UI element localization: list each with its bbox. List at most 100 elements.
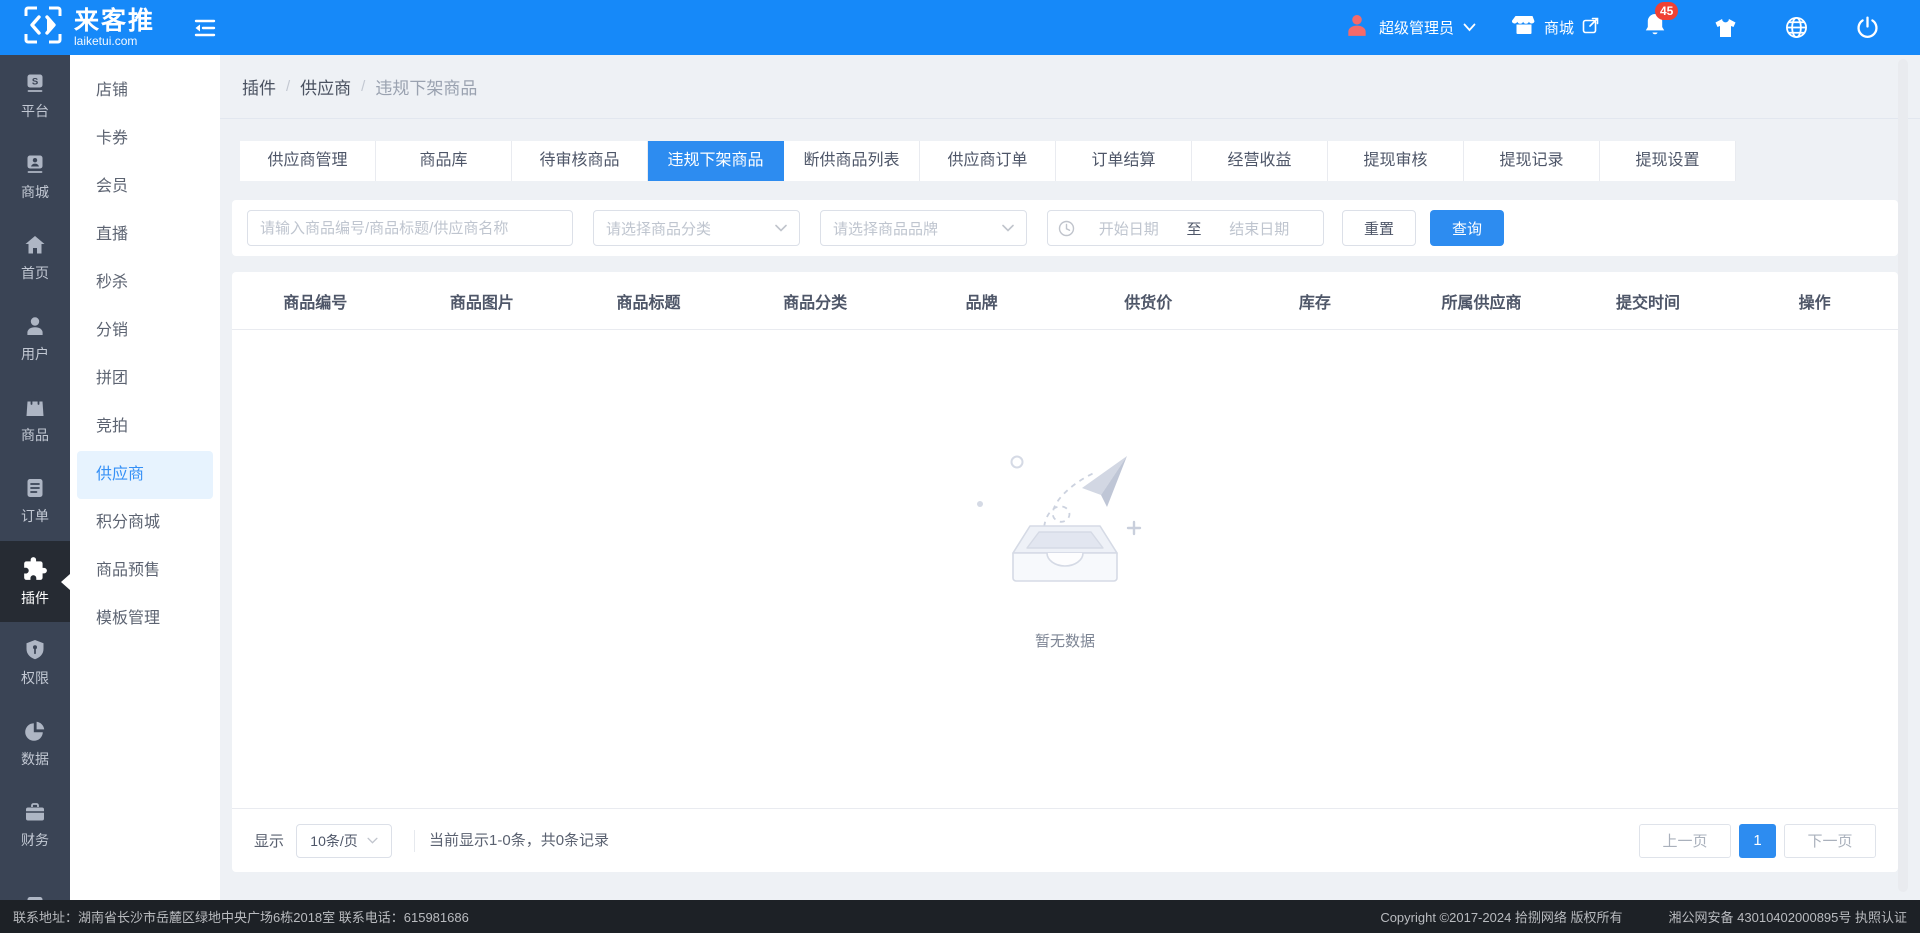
submenu-item-live[interactable]: 直播 bbox=[70, 211, 220, 259]
tshirt-icon[interactable] bbox=[1713, 16, 1738, 40]
chevron-down-icon bbox=[1002, 224, 1014, 232]
app-screen: 来客推 laiketui.com 超级管理员 商城 45 S 平台 商城 首页 … bbox=[0, 0, 1920, 933]
submenu-item-shop[interactable]: 店铺 bbox=[70, 67, 220, 115]
shield-key-icon bbox=[26, 639, 44, 659]
tab-pending-review[interactable]: 待审核商品 bbox=[512, 141, 648, 181]
briefcase-icon bbox=[26, 802, 44, 820]
sidebar-item-data[interactable]: 数据 bbox=[0, 703, 70, 784]
submenu-item-members[interactable]: 会员 bbox=[70, 163, 220, 211]
top-bar: 来客推 laiketui.com 超级管理员 商城 45 bbox=[0, 0, 1920, 55]
logo[interactable]: 来客推 laiketui.com bbox=[0, 4, 178, 51]
end-date-placeholder: 结束日期 bbox=[1229, 220, 1290, 238]
breadcrumb-supplier[interactable]: 供应商 bbox=[300, 74, 351, 99]
notifications-button[interactable]: 45 bbox=[1643, 2, 1679, 43]
user-menu[interactable]: 超级管理员 bbox=[1344, 12, 1476, 43]
submenu-item-flash-sale[interactable]: 秒杀 bbox=[70, 259, 220, 307]
empty-text: 暂无数据 bbox=[1034, 633, 1095, 650]
col-supplier: 所属供应商 bbox=[1441, 294, 1522, 312]
pagination-bar: 显示 10条/页 当前显示1-0条，共0条记录 上一页 1 下一页 bbox=[232, 808, 1898, 872]
tab-operating-income[interactable]: 经营收益 bbox=[1192, 141, 1328, 181]
tab-supplier-orders[interactable]: 供应商订单 bbox=[920, 141, 1056, 181]
globe-icon[interactable] bbox=[1784, 15, 1809, 40]
footer-copyright: Copyright ©2017-2024 拾捌网络 版权所有 bbox=[1380, 910, 1623, 925]
external-link-icon bbox=[1582, 17, 1599, 39]
tab-supplier-management[interactable]: 供应商管理 bbox=[240, 141, 376, 181]
chevron-down-icon bbox=[775, 224, 787, 232]
submenu-item-group-buy[interactable]: 拼团 bbox=[70, 355, 220, 403]
tab-withdrawal-settings[interactable]: 提现设置 bbox=[1600, 141, 1736, 181]
submenu-item-coupons[interactable]: 卡券 bbox=[70, 115, 220, 163]
keyword-search-input[interactable] bbox=[247, 210, 573, 246]
col-product-title: 商品标题 bbox=[616, 294, 681, 312]
empty-state: 暂无数据 bbox=[232, 330, 1898, 651]
notification-badge: 45 bbox=[1655, 2, 1679, 20]
tab-bar: 供应商管理 商品库 待审核商品 违规下架商品 断供商品列表 供应商订单 订单结算… bbox=[240, 141, 1736, 181]
tab-withdrawal-review[interactable]: 提现审核 bbox=[1328, 141, 1464, 181]
mall-label: 商城 bbox=[1543, 20, 1574, 37]
sidebar-item-goods[interactable]: 商品 bbox=[0, 379, 70, 460]
submenu-item-points-mall[interactable]: 积分商城 bbox=[70, 499, 220, 547]
main-sidebar: S 平台 商城 首页 用户 商品 订单 插件 权限 数据 财务 bbox=[0, 55, 70, 900]
mall-link[interactable]: 商城 bbox=[1511, 13, 1599, 42]
plugins-submenu: 店铺 卡券 会员 直播 秒杀 分销 拼团 竞拍 供应商 积分商城 商品预售 模板… bbox=[70, 55, 220, 900]
col-product-category: 商品分类 bbox=[783, 294, 848, 312]
submenu-item-presale[interactable]: 商品预售 bbox=[70, 547, 220, 595]
products-table: 商品编号 商品图片 商品标题 商品分类 品牌 供货价 库存 所属供应商 提交时间… bbox=[232, 272, 1898, 872]
sidebar-item-plugins[interactable]: 插件 bbox=[0, 541, 70, 622]
active-item-notch bbox=[61, 573, 70, 590]
sidebar-item-orders[interactable]: 订单 bbox=[0, 460, 70, 541]
empty-box-illustration bbox=[977, 455, 1142, 582]
brand-select[interactable]: 请选择商品品牌 bbox=[820, 210, 1027, 246]
col-brand: 品牌 bbox=[965, 294, 998, 312]
category-select[interactable]: 请选择商品分类 bbox=[593, 210, 800, 246]
reset-button[interactable]: 重置 bbox=[1342, 210, 1416, 246]
clipboard-icon bbox=[27, 478, 43, 497]
user-icon bbox=[27, 316, 43, 335]
breadcrumb-plugins[interactable]: 插件 bbox=[242, 74, 276, 99]
sidebar-item-users[interactable]: 用户 bbox=[0, 298, 70, 379]
sidebar-item-permissions[interactable]: 权限 bbox=[0, 622, 70, 703]
logo-title: 来客推 bbox=[74, 6, 156, 35]
collapse-menu-icon[interactable] bbox=[192, 15, 218, 41]
footer: 联系地址：湖南省长沙市岳麓区绿地中央广场6栋2018室 联系电话：6159816… bbox=[0, 900, 1920, 933]
table-header-row: 商品编号 商品图片 商品标题 商品分类 品牌 供货价 库存 所属供应商 提交时间… bbox=[232, 272, 1898, 330]
col-stock: 库存 bbox=[1298, 294, 1331, 312]
search-button[interactable]: 查询 bbox=[1430, 210, 1504, 246]
sidebar-item-finance[interactable]: 财务 bbox=[0, 784, 70, 865]
col-actions: 操作 bbox=[1798, 294, 1831, 312]
sidebar-item-platform[interactable]: S 平台 bbox=[0, 55, 70, 136]
submenu-item-distribution[interactable]: 分销 bbox=[70, 307, 220, 355]
next-page-button[interactable]: 下一页 bbox=[1784, 823, 1876, 858]
user-role-label: 超级管理员 bbox=[1378, 20, 1454, 37]
breadcrumb: 插件 / 供应商 / 违规下架商品 bbox=[220, 55, 1920, 119]
scrollbar[interactable] bbox=[1898, 59, 1908, 892]
sidebar-item-more[interactable] bbox=[0, 865, 70, 900]
col-product-id: 商品编号 bbox=[283, 294, 348, 312]
puzzle-icon bbox=[24, 556, 47, 580]
show-label: 显示 bbox=[254, 833, 285, 850]
prev-page-button[interactable]: 上一页 bbox=[1639, 823, 1731, 858]
page-size-select[interactable]: 10条/页 bbox=[296, 823, 393, 858]
main-content: 插件 / 供应商 / 违规下架商品 供应商管理 商品库 待审核商品 违规下架商品… bbox=[220, 55, 1920, 900]
pagination-summary: 当前显示1-0条，共0条记录 bbox=[414, 829, 609, 852]
tab-withdrawal-records[interactable]: 提现记录 bbox=[1464, 141, 1600, 181]
sidebar-item-mall[interactable]: 商城 bbox=[0, 136, 70, 217]
tab-order-settlement[interactable]: 订单结算 bbox=[1056, 141, 1192, 181]
footer-filing[interactable]: 湘公网安备 43010402000895号 执照认证 bbox=[1669, 907, 1907, 926]
submenu-item-templates[interactable]: 模板管理 bbox=[70, 595, 220, 643]
tab-discontinued-list[interactable]: 断供商品列表 bbox=[784, 141, 920, 181]
clock-icon bbox=[1058, 220, 1075, 236]
logo-subtitle: laiketui.com bbox=[74, 33, 138, 48]
tab-removed-products[interactable]: 违规下架商品 bbox=[648, 141, 784, 181]
power-icon[interactable] bbox=[1855, 15, 1880, 40]
home-icon bbox=[25, 235, 45, 253]
date-range-picker[interactable]: 开始日期 至 结束日期 bbox=[1047, 210, 1324, 246]
submenu-item-auction[interactable]: 竞拍 bbox=[70, 403, 220, 451]
sidebar-item-home[interactable]: 首页 bbox=[0, 217, 70, 298]
current-page-button[interactable]: 1 bbox=[1739, 823, 1776, 858]
breadcrumb-current: 违规下架商品 bbox=[375, 79, 478, 98]
tab-product-library[interactable]: 商品库 bbox=[376, 141, 512, 181]
chevron-down-icon bbox=[1463, 19, 1476, 37]
submenu-item-supplier[interactable]: 供应商 bbox=[77, 451, 213, 499]
platform-icon: S bbox=[27, 74, 43, 92]
